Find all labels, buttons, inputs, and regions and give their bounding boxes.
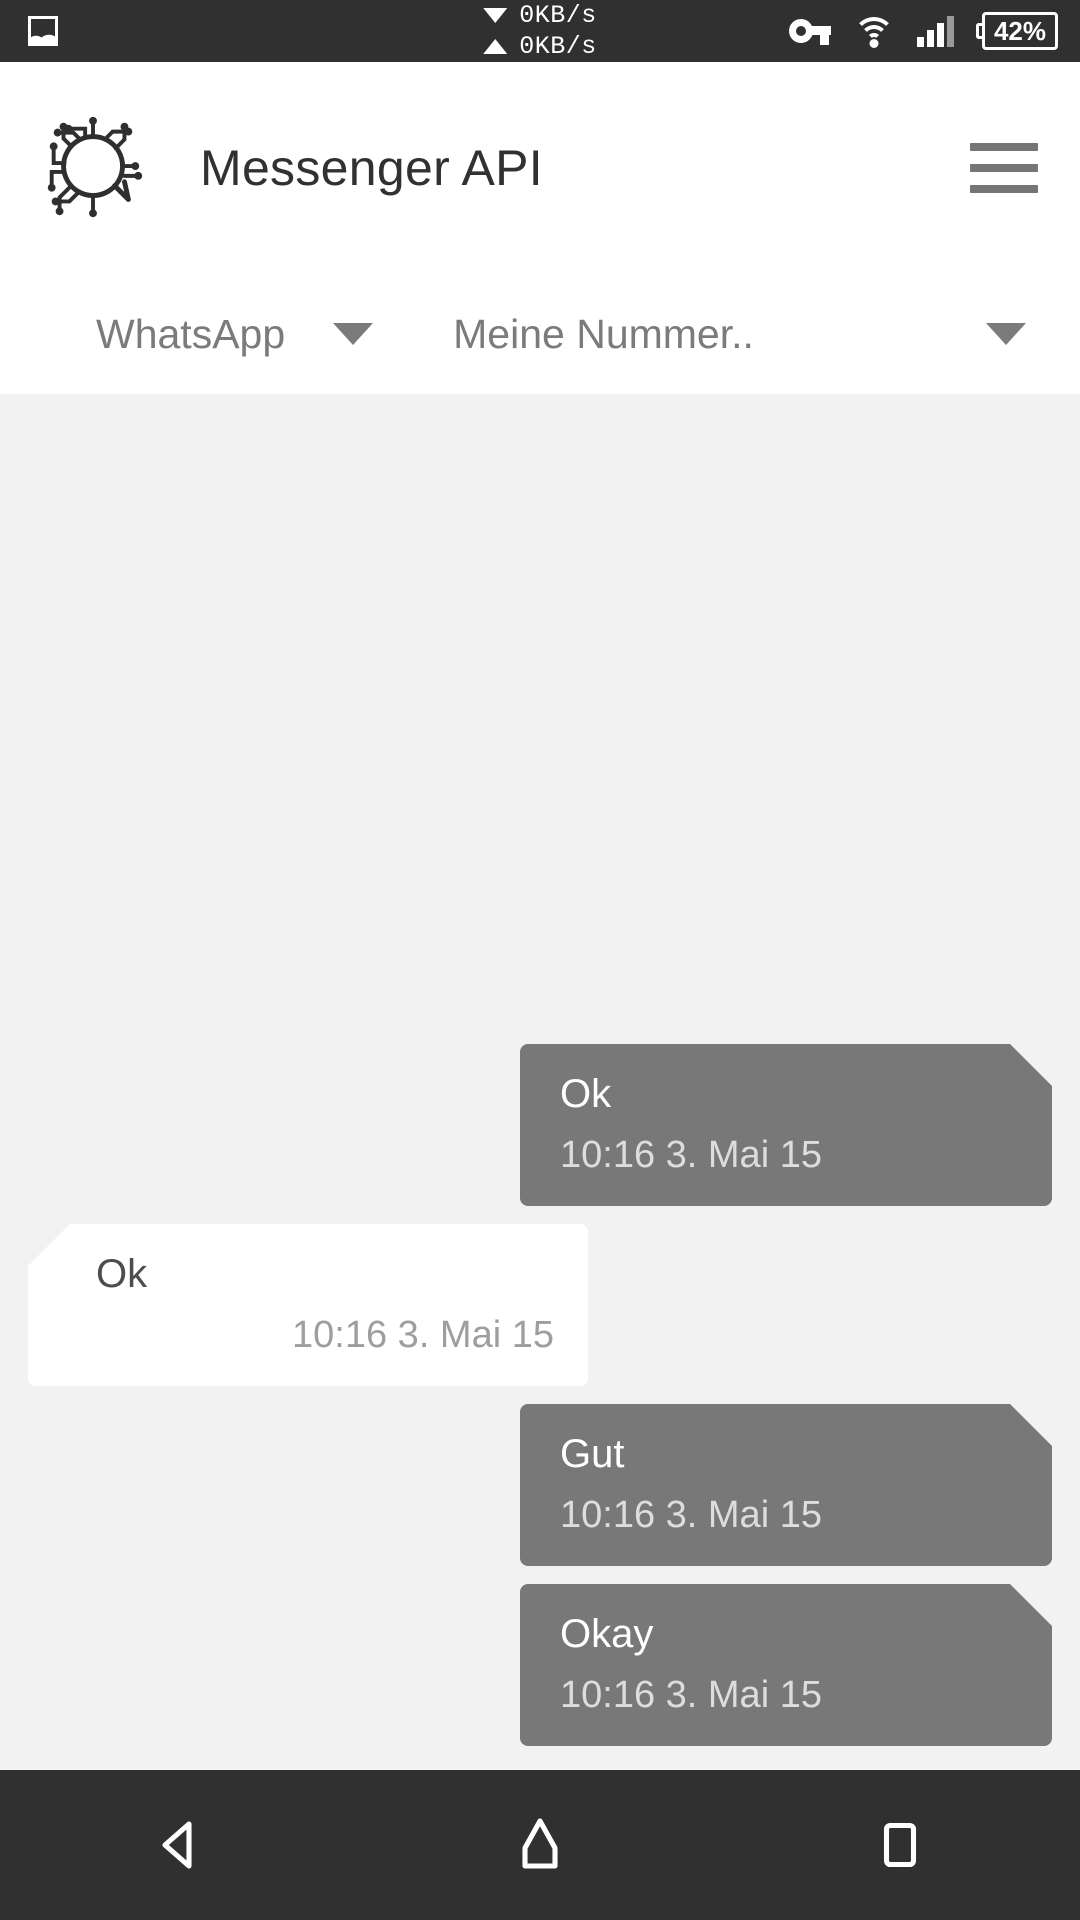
hamburger-menu-icon[interactable]: [970, 143, 1038, 193]
chat-bubble-outgoing[interactable]: Okay 10:16 3. Mai 15: [520, 1584, 1052, 1746]
message-text: Ok: [560, 1072, 612, 1116]
messenger-circuit-logo: [47, 116, 143, 218]
message-row: Gut 10:16 3. Mai 15: [28, 1404, 1052, 1566]
message-text: Okay: [560, 1612, 654, 1656]
chat-bubble-outgoing[interactable]: Ok 10:16 3. Mai 15: [520, 1044, 1052, 1206]
message-text: Gut: [560, 1432, 625, 1476]
message-timestamp: 10:16 3. Mai 15: [560, 1134, 822, 1176]
filter-row: WhatsApp Meine Nummer..: [0, 274, 1080, 394]
recents-square-icon: [883, 1822, 917, 1868]
download-speed-row: 0KB/s: [483, 0, 597, 31]
upload-speed-row: 0KB/s: [483, 31, 597, 62]
status-bar-right: 42%: [788, 12, 1058, 50]
chevron-down-icon: [986, 323, 1026, 345]
app-bar: Messenger API: [0, 62, 1080, 274]
android-navigation-bar: [0, 1770, 1080, 1920]
upload-speed-label: 0KB/s: [519, 32, 597, 61]
message-row: Okay 10:16 3. Mai 15: [28, 1584, 1052, 1746]
phone-number-label: Meine Nummer..: [453, 310, 754, 357]
message-text: Ok: [96, 1252, 148, 1296]
back-button[interactable]: [105, 1770, 255, 1920]
home-button[interactable]: [465, 1770, 615, 1920]
status-bar-left: [0, 16, 58, 46]
message-row: Ok 10:16 3. Mai 15: [28, 1044, 1052, 1206]
arrow-down-icon: [483, 8, 508, 23]
photo-icon: [28, 16, 58, 46]
message-timestamp: 10:16 3. Mai 15: [292, 1314, 554, 1356]
messenger-type-label: WhatsApp: [96, 310, 286, 357]
wifi-icon: [852, 15, 895, 48]
download-speed-label: 0KB/s: [519, 1, 597, 30]
back-triangle-icon: [162, 1821, 192, 1869]
phone-screen: 0KB/s 0KB/s 42% Messenger API WhatsApp M…: [0, 0, 1080, 1920]
battery-level-label: 42%: [981, 12, 1058, 50]
network-speed-indicator: 0KB/s 0KB/s: [483, 0, 597, 62]
chat-message-list[interactable]: Ok 10:16 3. Mai 15 Ok 10:16 3. Mai 15 Gu…: [0, 394, 1080, 1770]
chat-bubble-incoming[interactable]: Ok 10:16 3. Mai 15: [28, 1224, 588, 1386]
home-icon: [522, 1818, 558, 1869]
message-timestamp: 10:16 3. Mai 15: [560, 1674, 822, 1716]
vpn-key-icon: [788, 18, 831, 45]
battery-indicator: 42%: [975, 12, 1058, 50]
chat-bubble-outgoing[interactable]: Gut 10:16 3. Mai 15: [520, 1404, 1052, 1566]
arrow-up-icon: [483, 39, 508, 54]
status-bar: 0KB/s 0KB/s 42%: [0, 0, 1080, 62]
recents-button[interactable]: [825, 1770, 975, 1920]
messenger-type-spinner[interactable]: WhatsApp: [0, 310, 374, 358]
chevron-down-icon: [333, 323, 374, 345]
message-timestamp: 10:16 3. Mai 15: [560, 1494, 822, 1536]
phone-number-spinner[interactable]: Meine Nummer..: [373, 311, 1050, 358]
page-title: Messenger API: [200, 140, 543, 196]
message-row: Ok 10:16 3. Mai 15: [28, 1224, 1052, 1386]
cellular-signal-icon: [916, 15, 954, 47]
